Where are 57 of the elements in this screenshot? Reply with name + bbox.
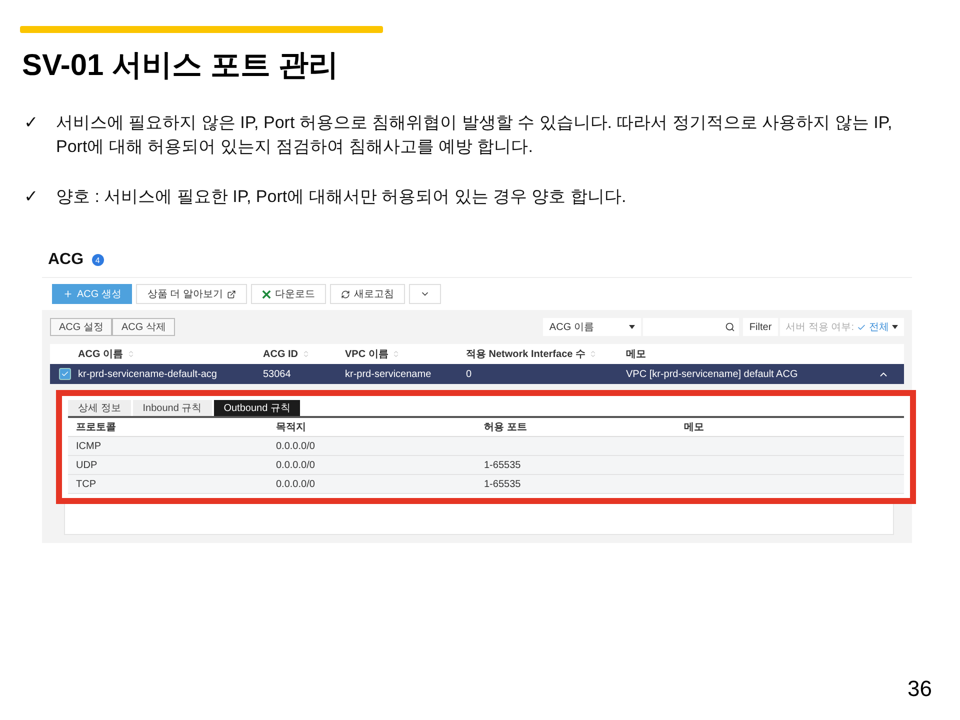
page-title: ACG — [48, 251, 84, 269]
check-mark: ✓ — [23, 112, 39, 134]
caret-icon — [892, 325, 898, 329]
sort-icon — [302, 350, 310, 358]
table-cell-text: 0.0.0.0/0 — [276, 478, 316, 490]
table-cell-text: kr-prd-servicename-default-acg — [78, 368, 218, 380]
column-header: 프로토콜 — [76, 421, 117, 434]
table-cell-text: UDP — [76, 460, 98, 470]
table-cell-text: 1-65535 — [484, 478, 522, 490]
column-header[interactable]: ACG 이름 — [78, 347, 135, 361]
external-link-icon — [227, 290, 236, 298]
column-header: 허용 포트 — [484, 421, 528, 434]
sort-icon — [127, 350, 135, 358]
column-header: 목적지 — [276, 421, 307, 434]
table-cell-text: ICMP — [76, 440, 102, 452]
bullet-text: 양호 : 서비스에 필요한 IP, Port에 대해서만 허용되어 있는 경우 양호 합니다. — [56, 186, 628, 208]
sort-icon — [392, 350, 400, 358]
row-checkbox[interactable] — [59, 368, 71, 380]
toolbar-button[interactable]: 상품 더 알아보기 — [136, 284, 248, 304]
slide-title: SV-01 서비스 포트 관리 — [22, 48, 340, 84]
action-button[interactable]: ACG 삭제 — [112, 318, 175, 336]
detail-tab[interactable]: Outbound 규칙 — [214, 400, 300, 416]
page-number: 36 — [908, 676, 932, 702]
table-cell-text: 0.0.0.0/0 — [276, 440, 316, 452]
table-cell-text: 0.0.0.0/0 — [276, 460, 316, 470]
table-cell-text: 53064 — [263, 368, 292, 380]
filter-label: 서버 적용 여부: — [786, 321, 854, 334]
detail-tab[interactable]: Inbound 규칙 — [132, 400, 212, 416]
table-row[interactable]: kr-prd-servicename-default-acg 53064 kr-prd-servicename 0 VPC [kr-prd-servicename] default ACG — [50, 364, 904, 384]
filter-button[interactable]: Filter — [743, 318, 778, 336]
action-button[interactable]: ACG 설정 — [50, 318, 112, 336]
column-header[interactable]: 메모 — [626, 347, 646, 361]
sort-icon — [589, 350, 598, 358]
refresh-icon — [341, 290, 350, 298]
bullet-text: 서비스에 필요하지 않은 IP, Port 허용으로 침해위협이 발생할 수 있습니다. 따라서 정기적으로 사용하지 않는 IP, Port에 대해 허용되어 있는지 점검하여 침해사고를 예방 합니다. — [56, 112, 894, 158]
toolbar-button[interactable]: 새로고침 — [330, 284, 406, 304]
column-header: 메모 — [684, 421, 705, 434]
table-cell-text: 1-65535 — [484, 460, 522, 470]
plus-icon — [63, 289, 73, 299]
check-mark: ✓ — [23, 186, 39, 208]
table-cell-text: TCP — [76, 478, 97, 490]
column-header[interactable]: VPC 이름 — [345, 347, 400, 361]
table-cell-text: kr-prd-servicename — [345, 368, 432, 380]
caret-icon — [629, 325, 636, 329]
check-icon — [61, 370, 69, 378]
filter-value: 전체 — [869, 321, 889, 334]
table-cell-text: 0 — [466, 368, 473, 380]
search-field[interactable] — [643, 318, 740, 336]
count-badge: 4 — [92, 254, 104, 266]
column-header[interactable]: 적용 Network Interface 수 — [466, 347, 598, 361]
table-cell-text: VPC [kr-prd-servicename] default ACG — [626, 368, 799, 380]
search-icon — [725, 322, 736, 332]
search-select[interactable]: ACG 이름 — [543, 318, 642, 336]
toolbar-button[interactable]: 다운로드 — [251, 284, 326, 304]
check-icon — [857, 322, 866, 332]
column-header[interactable]: ACG ID — [263, 348, 310, 360]
detail-tab[interactable]: 상세 정보 — [68, 400, 131, 416]
